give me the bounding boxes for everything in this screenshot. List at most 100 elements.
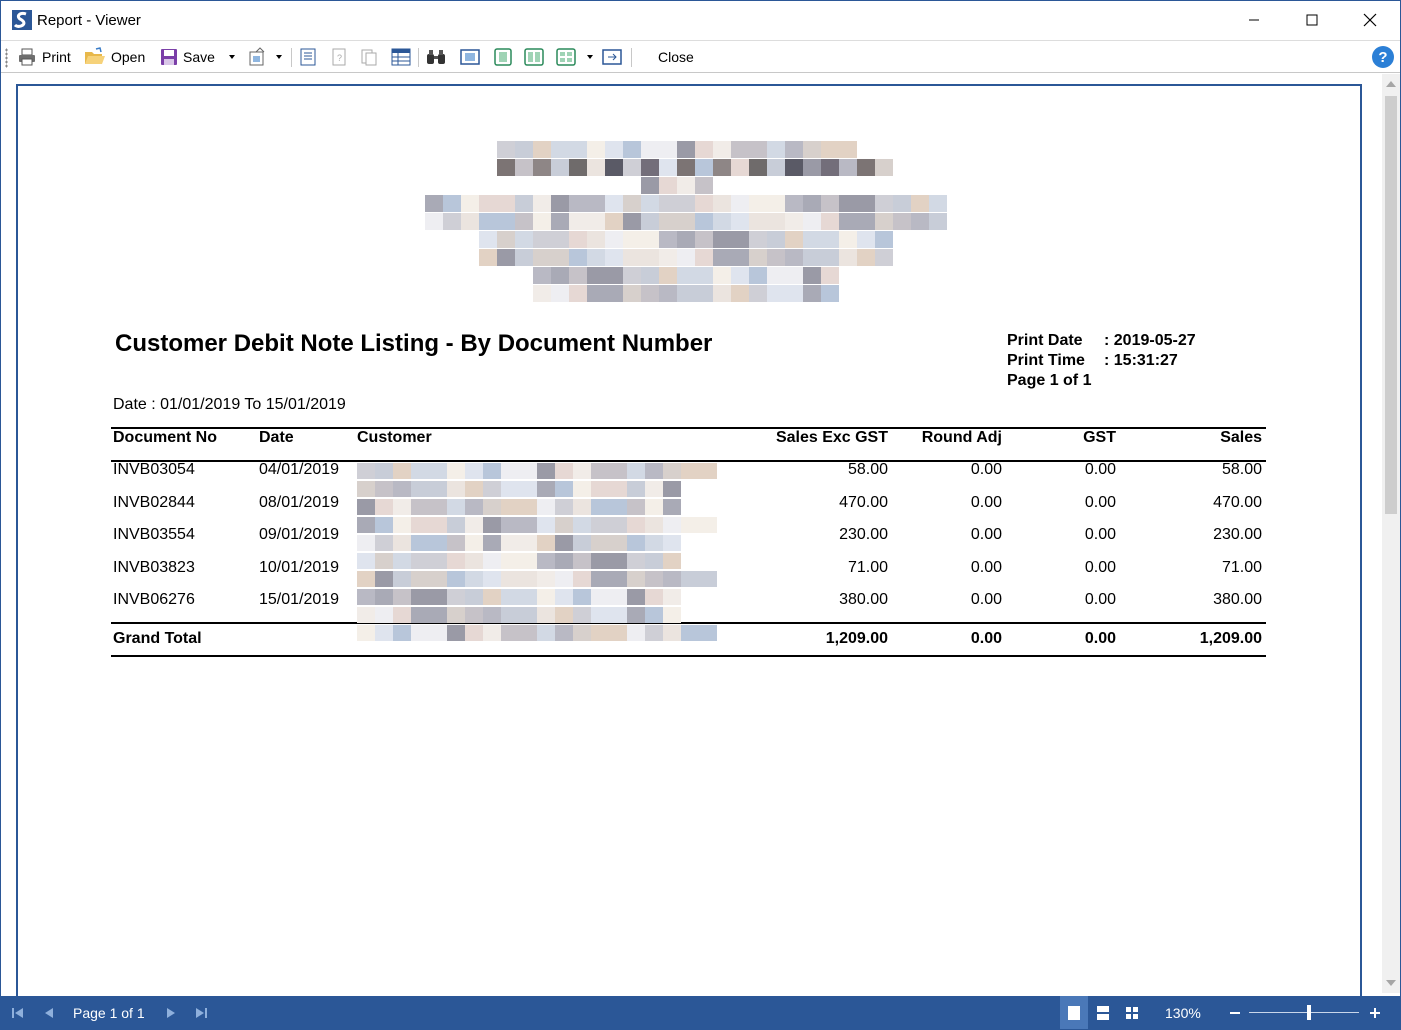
redaction-pixel [857,249,875,266]
redaction-pixel [785,267,803,284]
first-page-button[interactable] [11,996,25,1029]
scroll-up-arrow-icon[interactable] [1386,81,1396,87]
redaction-pixel [839,213,857,230]
redaction-pixel [731,141,749,158]
toolbar-separator [418,48,419,67]
page-indicator[interactable]: Page 1 of 1 [73,996,145,1029]
redaction-pixel [605,231,623,248]
redaction-pixel [573,625,591,641]
redaction-pixel [357,499,375,515]
zoom-slider-thumb[interactable] [1307,1005,1311,1020]
redaction-pixel [645,589,663,605]
redaction-pixel [411,625,429,641]
redaction-pixel [429,553,447,569]
minimize-button[interactable] [1225,1,1283,39]
close-report-button[interactable]: Close [658,46,694,68]
cell-gst: 0.00 [1084,526,1116,543]
editor-button[interactable] [390,46,412,68]
redaction-pixel [803,213,821,230]
single-page-icon [1068,1005,1080,1020]
multiple-pages-mode-button[interactable] [1118,996,1146,1029]
continuous-mode-button[interactable] [1089,996,1117,1029]
redaction-pixel [677,195,695,212]
save-label: Save [183,49,215,65]
redaction-pixel [447,517,465,533]
zoom-slider-track[interactable] [1249,996,1359,1029]
cell-date: 10/01/2019 [259,558,340,576]
redaction-pixel [677,231,695,248]
open-button[interactable]: Open [84,46,145,68]
redaction-pixel [393,571,411,587]
continuous-view-button[interactable] [492,46,514,68]
help-button[interactable]: ? [1372,46,1394,68]
two-page-view-button[interactable] [523,46,545,68]
find-button[interactable] [425,46,447,68]
toolbar: Print Open Save ? Close ? [1,40,1400,73]
last-page-button[interactable] [194,996,208,1029]
redaction-pixel [609,625,627,641]
redaction-pixel [537,553,555,569]
save-button[interactable]: Save [160,46,215,68]
zoom-out-button[interactable] [1229,996,1241,1029]
redaction-pixel [821,249,839,266]
single-page-view-button[interactable] [459,46,481,68]
redaction-pixel [515,231,533,248]
redaction-pixel [605,249,623,266]
col-sales-header: Sales [1220,429,1262,446]
resources-button[interactable] [359,46,379,68]
parameters-button[interactable]: ? [329,46,349,68]
redaction-pixel [357,625,375,641]
redaction-pixel [465,553,483,569]
redaction-pixel [483,553,501,569]
redaction-pixel [411,535,429,551]
redaction-pixel [519,625,537,641]
zoom-slider[interactable] [1249,996,1359,1029]
redaction-pixel [537,625,555,641]
redaction-pixel [609,571,627,587]
zoom-in-button[interactable] [1369,996,1381,1029]
redaction-pixel [803,141,821,158]
total-bottom-rule [111,655,1266,657]
redaction-pixel [555,517,573,533]
print-label: Print [42,49,71,65]
multi-page-view-button[interactable] [555,46,577,68]
redaction-pixel [591,463,609,479]
redaction-pixel [605,285,623,302]
redaction-pixel [681,571,699,587]
send-dropdown-button[interactable] [274,46,284,68]
redaction-pixel [569,195,587,212]
scrollbar-thumb[interactable] [1385,96,1397,514]
redaction-pixel [609,607,627,623]
redaction-pixel [659,195,677,212]
redaction-pixel [393,481,411,497]
toggle-bookmarks-button[interactable] [298,46,318,68]
previous-page-icon [45,1007,53,1018]
save-dropdown-button[interactable] [227,46,237,68]
full-screen-button[interactable] [601,46,623,68]
previous-page-button[interactable] [43,996,55,1029]
redaction-pixel [609,535,627,551]
print-button[interactable]: Print [17,46,71,68]
scroll-down-arrow-icon[interactable] [1386,980,1396,986]
redaction-pixel [627,481,645,497]
send-button[interactable] [247,46,269,68]
next-page-button[interactable] [165,996,177,1029]
toolbar-grip[interactable] [5,48,8,68]
redaction-pixel [519,589,537,605]
redaction-pixel [587,213,605,230]
maximize-button[interactable] [1283,1,1341,39]
redaction-pixel [821,141,839,158]
zoom-level[interactable]: 130% [1165,996,1201,1029]
vertical-scrollbar[interactable] [1382,74,1400,993]
close-window-button[interactable] [1341,1,1399,39]
redaction-pixel [627,535,645,551]
parameters-icon: ? [332,48,346,66]
single-page-mode-button[interactable] [1060,996,1088,1029]
redaction-pixel [663,535,681,551]
redaction-pixel [555,589,573,605]
redaction-pixel [699,571,717,587]
redaction-pixel [411,517,429,533]
redaction-pixel [465,607,483,623]
view-mode-dropdown-button[interactable] [585,46,595,68]
redaction-pixel [677,213,695,230]
